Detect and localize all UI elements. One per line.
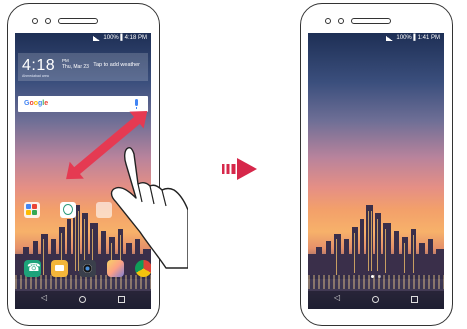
speaker-grill: [351, 18, 391, 24]
camera-lens-icon: [338, 18, 344, 24]
navigation-bar: [15, 291, 151, 309]
status-text: 100% ▌4:18 PM: [103, 35, 147, 41]
speaker-grill: [58, 18, 98, 24]
recent-apps-icon[interactable]: [118, 296, 125, 303]
google-search-bar[interactable]: Google: [18, 96, 148, 112]
home-icon[interactable]: [372, 296, 379, 303]
page-dot: [378, 275, 381, 278]
home-icon[interactable]: [79, 296, 86, 303]
contacts-icon[interactable]: [60, 202, 76, 218]
weather-hint[interactable]: Tap to add weather: [93, 62, 140, 68]
google-logo: Google: [24, 100, 49, 107]
right-phone: 100% ▌1:41 PM: [300, 3, 453, 326]
messages-icon[interactable]: [51, 260, 68, 277]
widget-location: Ahmedabad area: [22, 74, 49, 78]
right-arrow-icon: [222, 158, 257, 180]
recent-apps-icon[interactable]: [411, 296, 418, 303]
navigation-bar: [308, 291, 444, 309]
sensor-icon: [32, 18, 38, 24]
clock-ampm: PM: [62, 58, 69, 63]
phone-icon[interactable]: [24, 260, 41, 277]
water-reflection: [15, 275, 151, 289]
status-bar: 100% ▌1:41 PM: [386, 35, 440, 41]
home-screen-empty[interactable]: 100% ▌1:41 PM: [308, 33, 444, 309]
page-indicator: [308, 265, 444, 283]
clock-date: Thu, Mar 23: [62, 64, 89, 70]
signal-icon: [386, 35, 394, 41]
sensor-icon: [325, 18, 331, 24]
folder-icon[interactable]: [24, 202, 40, 218]
camera-icon[interactable]: [79, 260, 96, 277]
clock-time: 4:18: [22, 57, 56, 74]
camera-lens-icon: [45, 18, 51, 24]
pinch-hand-icon: [110, 146, 188, 269]
back-icon[interactable]: [334, 293, 341, 303]
clock-weather-widget[interactable]: 4:18 PM Thu, Mar 23 Tap to add weather A…: [18, 53, 148, 81]
page-dot-active: [371, 275, 374, 278]
status-bar: 100% ▌4:18 PM: [93, 35, 147, 41]
back-icon[interactable]: [41, 293, 48, 303]
status-text: 100% ▌1:41 PM: [396, 35, 440, 41]
signal-icon: [93, 35, 101, 41]
